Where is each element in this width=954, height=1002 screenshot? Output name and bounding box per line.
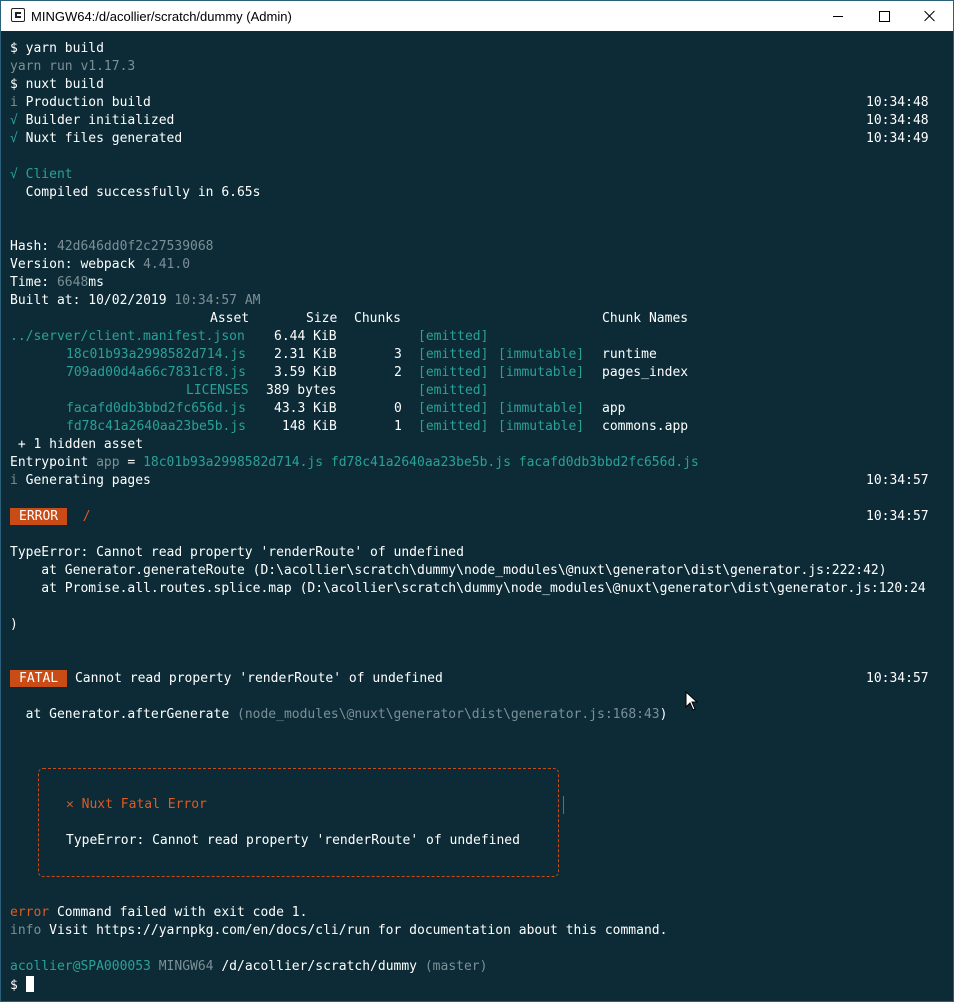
entrypoint-line: Entrypoint app = 18c01b93a2998582d714.js… [10, 455, 699, 470]
asset-size: 2.31 KiB [274, 347, 337, 362]
timestamp: 10:34:57 [866, 509, 929, 524]
terminal-output[interactable]: $ yarn build yarn run v1.17.3 $ nuxt bui… [1, 31, 953, 1001]
log-line: √ Builder initialized [10, 113, 175, 128]
error-line: ERROR / [10, 508, 91, 526]
asset-immutable: [immutable] [498, 365, 585, 380]
asset-name: LICENSES [186, 383, 249, 398]
asset-chunks: 2 [394, 365, 402, 380]
fatal-box-message: TypeError: Cannot read property 'renderR… [66, 833, 520, 848]
asset-immutable: [immutable] [498, 401, 585, 416]
prompt-system: MINGW64 [158, 959, 214, 974]
timestamp: 10:34:48 [866, 95, 929, 110]
timestamp: 10:34:48 [866, 113, 929, 128]
yarn-version-line: yarn run v1.17.3 [10, 59, 136, 74]
built-at-line: Built at: 10/02/2019 10:34:57 AM [10, 293, 261, 308]
asset-size: 3.59 KiB [274, 365, 337, 380]
info-marker: i [10, 473, 18, 488]
prompt-path: /d/acollier/scratch/dummy [221, 959, 418, 974]
prompt-user: acollier@SPA000053 [10, 959, 151, 974]
info-marker: i [10, 95, 18, 110]
asset-name: 709ad00d4a66c7831cf8.js [66, 365, 247, 380]
compiled-line: Compiled successfully in 6.65s [10, 185, 261, 200]
log-line: i Generating pages [10, 473, 151, 488]
mouse-pointer-icon [685, 691, 699, 711]
window-title: MINGW64:/d/acollier/scratch/dummy (Admin… [31, 9, 292, 24]
log-line: i Production build [10, 95, 151, 110]
time-line: Time: 6648ms [10, 275, 104, 290]
error-badge: ERROR [10, 508, 68, 525]
terminal-icon[interactable] [11, 8, 25, 22]
version-line: Version: webpack 4.41.0 [10, 257, 191, 272]
maximize-icon [878, 10, 890, 22]
maximize-button[interactable] [861, 1, 907, 31]
asset-immutable: [immutable] [498, 419, 585, 434]
yarn-error-line: error Command failed with exit code 1. [10, 905, 308, 920]
close-paren-line: ) [10, 617, 18, 632]
asset-size: 389 bytes [266, 383, 337, 398]
title-bar[interactable]: MINGW64:/d/acollier/scratch/dummy (Admin… [1, 1, 953, 31]
fatal-box-title: ✕ Nuxt Fatal Error [66, 797, 207, 812]
close-icon [924, 10, 936, 22]
asset-emitted: [emitted] [418, 365, 489, 380]
fatal-line: FATAL Cannot read property 'renderRoute'… [10, 670, 443, 688]
stack-trace-line: at Promise.all.routes.splice.map (D:\aco… [10, 581, 926, 596]
log-line: √ Nuxt files generated [10, 131, 183, 146]
prompt-line: acollier@SPA000053 MINGW64 /d/acollier/s… [10, 958, 487, 976]
fatal-error-box [38, 768, 559, 877]
asset-name: fd78c41a2640aa23be5b.js [66, 419, 247, 434]
close-x-icon: ✕ [66, 797, 74, 812]
col-header-asset: Asset [210, 311, 250, 326]
asset-size: 6.44 KiB [274, 329, 337, 344]
typeerror-line: TypeError: Cannot read property 'renderR… [10, 545, 464, 560]
col-header-size: Size [306, 311, 338, 326]
asset-chunk-name: commons.app [602, 419, 689, 434]
stack-trace-line: at Generator.generateRoute (D:\acollier\… [10, 563, 887, 578]
asset-chunk-name: runtime [602, 347, 657, 362]
asset-emitted: [emitted] [418, 347, 489, 362]
asset-name: facafd0db3bbd2fc656d.js [66, 401, 247, 416]
asset-name: 18c01b93a2998582d714.js [66, 347, 247, 362]
command-line: $ yarn build [10, 41, 104, 56]
success-marker: √ [10, 167, 18, 182]
asset-chunk-name: pages_index [602, 365, 689, 380]
timestamp: 10:34:57 [866, 473, 929, 488]
text-cursor [25, 976, 34, 992]
error-route: / [82, 509, 91, 524]
asset-size: 148 KiB [282, 419, 337, 434]
asset-immutable: [immutable] [498, 347, 585, 362]
fatal-badge: FATAL [10, 670, 68, 687]
terminal-window: MINGW64:/d/acollier/scratch/dummy (Admin… [0, 0, 954, 1002]
minimize-icon [833, 15, 843, 17]
timestamp: 10:34:49 [866, 131, 929, 146]
asset-chunks: 1 [394, 419, 402, 434]
yarn-info-line: info Visit https://yarnpkg.com/en/docs/c… [10, 923, 668, 938]
timestamp: 10:34:57 [866, 671, 929, 686]
prompt-branch: (master) [424, 959, 488, 974]
asset-chunks: 0 [394, 401, 402, 416]
box-edge-marker [563, 796, 564, 814]
col-header-chunk-names: Chunk Names [602, 311, 689, 326]
asset-emitted: [emitted] [418, 419, 489, 434]
success-marker: √ [10, 131, 18, 146]
asset-size: 43.3 KiB [274, 401, 337, 416]
asset-name: ../server/client.manifest.json [10, 329, 245, 344]
col-header-chunks: Chunks [354, 311, 401, 326]
command-line: $ nuxt build [10, 77, 104, 92]
asset-chunks: 3 [394, 347, 402, 362]
client-line: √ Client [10, 167, 73, 182]
asset-emitted: [emitted] [418, 383, 489, 398]
after-generate-line: at Generator.afterGenerate (node_modules… [10, 707, 668, 722]
input-line[interactable]: $ [10, 976, 34, 994]
hidden-asset-line: + 1 hidden asset [10, 437, 144, 452]
close-button[interactable] [907, 1, 953, 31]
asset-chunk-name: app [602, 401, 626, 416]
asset-emitted: [emitted] [418, 401, 489, 416]
asset-emitted: [emitted] [418, 329, 489, 344]
minimize-button[interactable] [815, 1, 861, 31]
success-marker: √ [10, 113, 18, 128]
hash-line: Hash: 42d646dd0f2c27539068 [10, 239, 214, 254]
